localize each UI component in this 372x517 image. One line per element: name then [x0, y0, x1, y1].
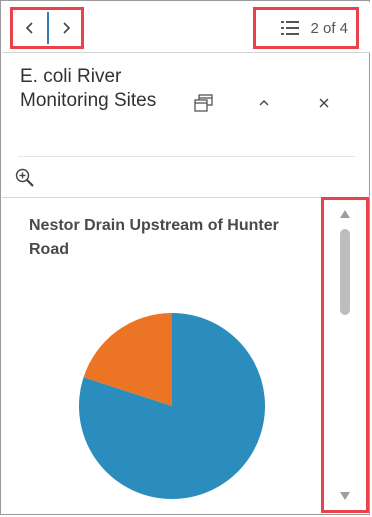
popup-title: E. coli River Monitoring Sites	[20, 66, 157, 111]
scroll-thumb[interactable]	[340, 229, 350, 315]
triangle-down-icon	[340, 492, 350, 500]
zoom-in-icon	[15, 168, 34, 187]
scroll-down-button[interactable]	[339, 490, 351, 502]
popup-content: Nestor Drain Upstream of Hunter Road	[2, 198, 320, 514]
vertical-scrollbar[interactable]	[321, 197, 369, 513]
feature-nav-group	[10, 7, 84, 49]
chart-title: Nestor Drain Upstream of Hunter Road	[29, 217, 279, 258]
feature-counter: 2 of 4	[310, 19, 348, 37]
popup-panel: 2 of 4 E. coli River Monitoring Sites Ne…	[0, 0, 370, 515]
popup-navigation-bar: 2 of 4	[2, 2, 370, 53]
chevron-left-icon	[25, 22, 33, 34]
active-indicator	[47, 12, 49, 44]
zoom-to-button[interactable]	[13, 166, 37, 190]
popup-header: E. coli River Monitoring Sites	[2, 53, 370, 157]
header-divider	[18, 156, 355, 157]
scroll-up-button[interactable]	[339, 208, 351, 220]
chevron-up-icon	[259, 100, 269, 106]
chevron-right-icon	[63, 22, 71, 34]
pie-chart	[72, 306, 272, 506]
list-icon	[281, 21, 300, 35]
dock-icon	[194, 94, 213, 112]
close-button[interactable]	[310, 89, 338, 117]
close-icon	[319, 98, 329, 108]
triangle-up-icon	[340, 210, 350, 218]
collapse-button[interactable]	[250, 89, 278, 117]
next-feature-button[interactable]	[51, 12, 81, 44]
feature-list-button[interactable]: 2 of 4	[253, 7, 359, 49]
pie-chart-svg	[78, 313, 265, 499]
previous-feature-button[interactable]	[15, 12, 45, 44]
dock-button[interactable]	[190, 89, 218, 117]
